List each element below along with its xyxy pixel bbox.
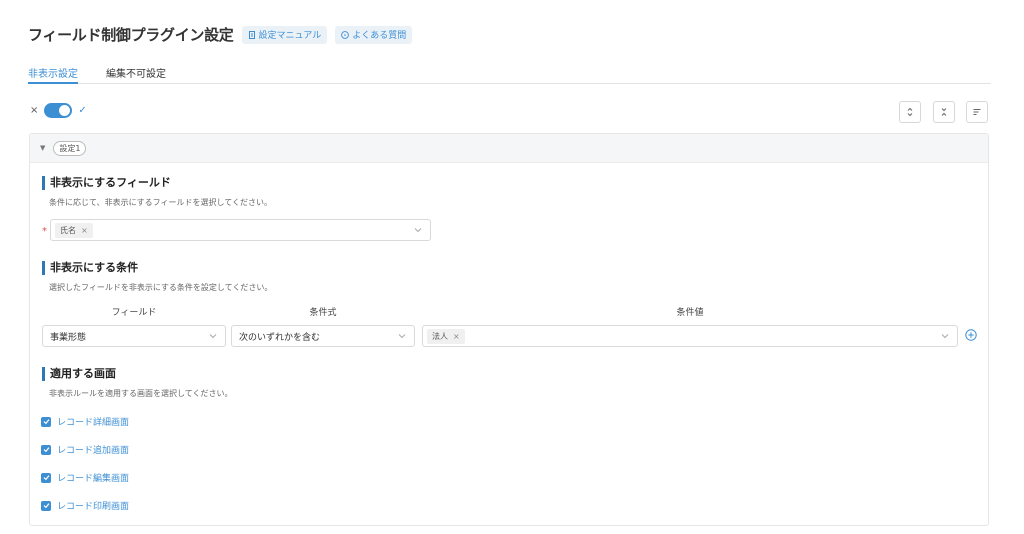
- field-column-header: フィールド: [111, 308, 157, 318]
- faq-label: よくある質問: [352, 31, 407, 41]
- check-icon: [43, 503, 49, 509]
- chevron-down-icon: [398, 334, 406, 339]
- condition-field-value: 事業形態: [50, 332, 87, 343]
- screen-option-detail[interactable]: レコード詳細画面: [41, 415, 129, 428]
- hide-fields-select[interactable]: 氏名 ×: [50, 219, 431, 241]
- document-icon: [248, 30, 255, 39]
- hide-fields-title: 非表示にするフィールド: [42, 176, 171, 190]
- condition-value-select[interactable]: 法人 ×: [422, 325, 958, 347]
- manual-label: 設定マニュアル: [258, 31, 322, 41]
- collapse-all-icon: [941, 108, 947, 116]
- setting-panel: ▼ 設定1 非表示にするフィールド 条件に応じて、非表示にするフィールドを選択し…: [29, 133, 989, 526]
- screen-option-label: レコード詳細画面: [57, 418, 130, 428]
- screen-option-edit[interactable]: レコード編集画面: [41, 471, 129, 484]
- tab-hide-settings[interactable]: 非表示設定: [28, 58, 78, 84]
- enable-switch[interactable]: [44, 103, 73, 118]
- value-tag-label: 法人: [432, 331, 448, 341]
- checkbox[interactable]: [41, 472, 51, 483]
- value-tag: 法人 ×: [427, 328, 465, 344]
- page-title: フィールド制御プラグイン設定: [28, 26, 234, 44]
- sort-icon: [973, 109, 981, 115]
- tab-readonly-settings[interactable]: 編集不可設定: [106, 58, 166, 84]
- conditions-title: 非表示にする条件: [42, 261, 138, 275]
- expand-all-icon: [907, 107, 913, 117]
- caret-down-icon[interactable]: ▼: [40, 144, 45, 152]
- value-column-header: 条件値: [676, 308, 704, 318]
- panel-header[interactable]: ▼ 設定1: [30, 134, 988, 163]
- faq-button[interactable]: よくある質問: [335, 25, 413, 44]
- screen-option-print[interactable]: レコード印刷画面: [41, 499, 129, 512]
- add-condition-icon[interactable]: [965, 329, 977, 341]
- expression-column-header: 条件式: [309, 308, 337, 318]
- screens-title: 適用する画面: [42, 367, 116, 381]
- chevron-down-icon: [941, 334, 949, 339]
- enable-toggle-row: × ✓: [30, 103, 87, 118]
- setting-name-tag: 設定1: [53, 140, 87, 156]
- condition-expression-select[interactable]: 次のいずれかを含む: [231, 325, 415, 347]
- checkbox[interactable]: [41, 444, 51, 455]
- screen-option-label: レコード追加画面: [57, 446, 130, 456]
- chevron-down-icon: [414, 228, 422, 233]
- question-circle-icon: [341, 30, 350, 39]
- off-mark: ×: [30, 105, 39, 116]
- screens-description: 非表示ルールを適用する画面を選択してください。: [49, 389, 233, 398]
- collapse-all-button[interactable]: [933, 101, 955, 123]
- condition-field-select[interactable]: 事業形態: [42, 325, 226, 347]
- manual-button[interactable]: 設定マニュアル: [241, 25, 328, 44]
- switch-knob: [59, 105, 71, 116]
- check-icon: [43, 447, 49, 453]
- field-tag-label: 氏名: [60, 225, 76, 235]
- chevron-down-icon: [209, 334, 217, 339]
- hide-fields-description: 条件に応じて、非表示にするフィールドを選択してください。: [49, 198, 273, 207]
- screen-option-label: レコード編集画面: [57, 474, 130, 484]
- header: フィールド制御プラグイン設定 設定マニュアル よくある質問: [28, 24, 413, 45]
- field-tag: 氏名 ×: [55, 222, 93, 238]
- sort-button[interactable]: [966, 101, 988, 123]
- checkbox[interactable]: [41, 500, 51, 511]
- tab-bar: 非表示設定 編集不可設定: [28, 58, 991, 84]
- tag-remove-icon[interactable]: ×: [453, 332, 460, 341]
- checkbox[interactable]: [41, 416, 51, 427]
- tag-remove-icon[interactable]: ×: [81, 226, 88, 235]
- required-mark: *: [42, 226, 47, 237]
- check-icon: [43, 419, 49, 425]
- on-mark: ✓: [78, 105, 87, 116]
- screen-option-label: レコード印刷画面: [57, 502, 130, 512]
- condition-expression-value: 次のいずれかを含む: [239, 332, 321, 343]
- conditions-description: 選択したフィールドを非表示にする条件を設定してください。: [49, 283, 273, 292]
- screen-option-add[interactable]: レコード追加画面: [41, 443, 129, 456]
- expand-all-button[interactable]: [899, 101, 921, 123]
- check-icon: [43, 475, 49, 481]
